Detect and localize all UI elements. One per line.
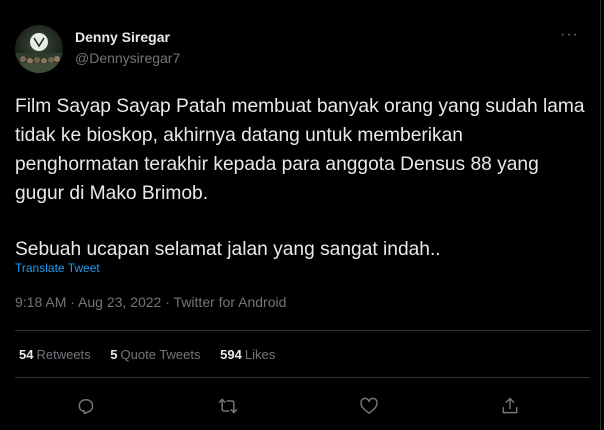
- likes-count: 594: [220, 347, 242, 362]
- tweet-time[interactable]: 9:18 AM: [15, 294, 66, 310]
- likes-stat[interactable]: 594 Likes: [220, 347, 275, 362]
- retweets-label: Retweets: [36, 347, 91, 362]
- like-button[interactable]: [357, 394, 381, 418]
- retweets-stat[interactable]: 54 Retweets: [19, 347, 91, 362]
- tweet-text: Film Sayap Sayap Patah membuat banyak or…: [15, 92, 590, 264]
- meta-separator: ·: [161, 294, 174, 310]
- share-icon: [502, 397, 518, 414]
- more-options-icon[interactable]: ···: [560, 26, 579, 44]
- avatar-image: [15, 33, 63, 73]
- avatar[interactable]: [15, 25, 63, 73]
- tweet-date[interactable]: Aug 23, 2022: [78, 294, 161, 310]
- tweet-paragraph: Sebuah ucapan selamat jalan yang sangat …: [15, 239, 441, 260]
- like-icon: [360, 397, 378, 414]
- tweet-metadata: 9:18 AM · Aug 23, 2022 · Twitter for And…: [15, 294, 286, 310]
- divider: [15, 377, 590, 378]
- quote-tweets-label: Quote Tweets: [120, 347, 201, 362]
- share-button[interactable]: [498, 394, 522, 418]
- reply-icon: [78, 399, 94, 415]
- retweet-icon: [218, 398, 238, 414]
- translate-tweet-link[interactable]: Translate Tweet: [15, 261, 100, 275]
- retweet-button[interactable]: [216, 394, 240, 418]
- tweet-actions: [0, 386, 601, 426]
- retweets-count: 54: [19, 347, 34, 362]
- user-handle[interactable]: @Dennysiregar7: [75, 50, 180, 66]
- tweet-source[interactable]: Twitter for Android: [174, 294, 287, 310]
- quote-tweets-count: 5: [110, 347, 118, 362]
- likes-label: Likes: [244, 347, 276, 362]
- tweet-stats: 54 Retweets 5 Quote Tweets 594 Likes: [19, 347, 291, 362]
- display-name[interactable]: Denny Siregar: [75, 29, 170, 45]
- tweet-card: Denny Siregar @Dennysiregar7 ··· Film Sa…: [0, 0, 601, 430]
- divider: [15, 330, 590, 331]
- reply-button[interactable]: [74, 394, 98, 418]
- meta-separator: ·: [66, 294, 79, 310]
- quote-tweets-stat[interactable]: 5 Quote Tweets: [110, 347, 200, 362]
- tweet-paragraph: Film Sayap Sayap Patah membuat banyak or…: [15, 96, 585, 204]
